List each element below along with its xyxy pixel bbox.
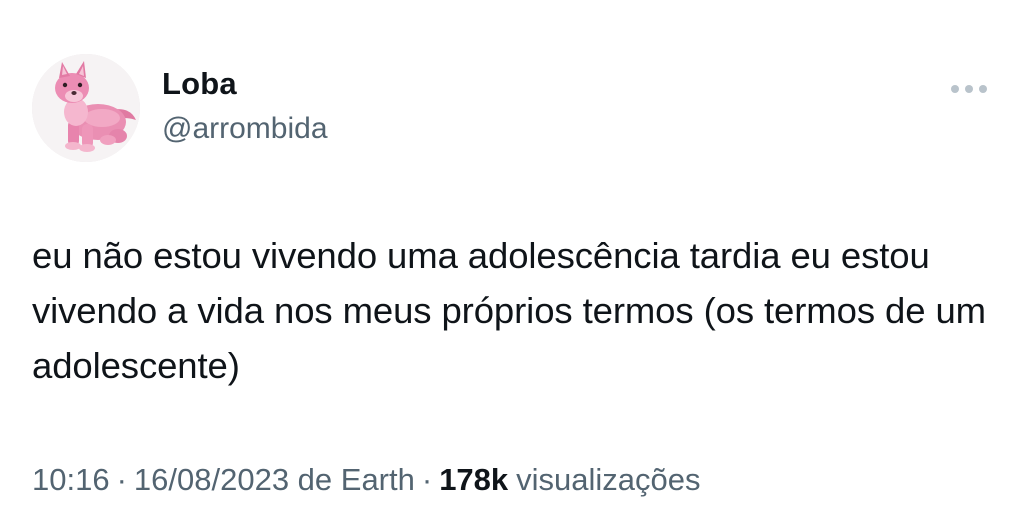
tweet-time[interactable]: 10:16 bbox=[32, 462, 110, 498]
tweet-text: eu não estou vivendo uma adolescência ta… bbox=[32, 235, 986, 386]
views-label[interactable]: visualizações bbox=[516, 462, 700, 498]
more-options-button[interactable] bbox=[946, 74, 992, 104]
tweet-meta: 10:16 · 16/08/2023 de Earth · 178k visua… bbox=[32, 462, 701, 498]
more-dots-icon bbox=[951, 85, 987, 93]
tweet-card: Loba @arrombida eu não estou vivendo uma… bbox=[0, 0, 1024, 532]
meta-separator: · bbox=[116, 462, 127, 497]
views-count[interactable]: 178k bbox=[439, 462, 508, 498]
author-handle[interactable]: @arrombida bbox=[162, 112, 328, 146]
avatar[interactable] bbox=[32, 54, 140, 162]
meta-separator: · bbox=[421, 462, 433, 497]
tweet-date-source[interactable]: 16/08/2023 de Earth bbox=[134, 462, 415, 498]
pink-plush-wolf-icon bbox=[32, 54, 140, 162]
author-display-name[interactable]: Loba bbox=[162, 66, 237, 102]
